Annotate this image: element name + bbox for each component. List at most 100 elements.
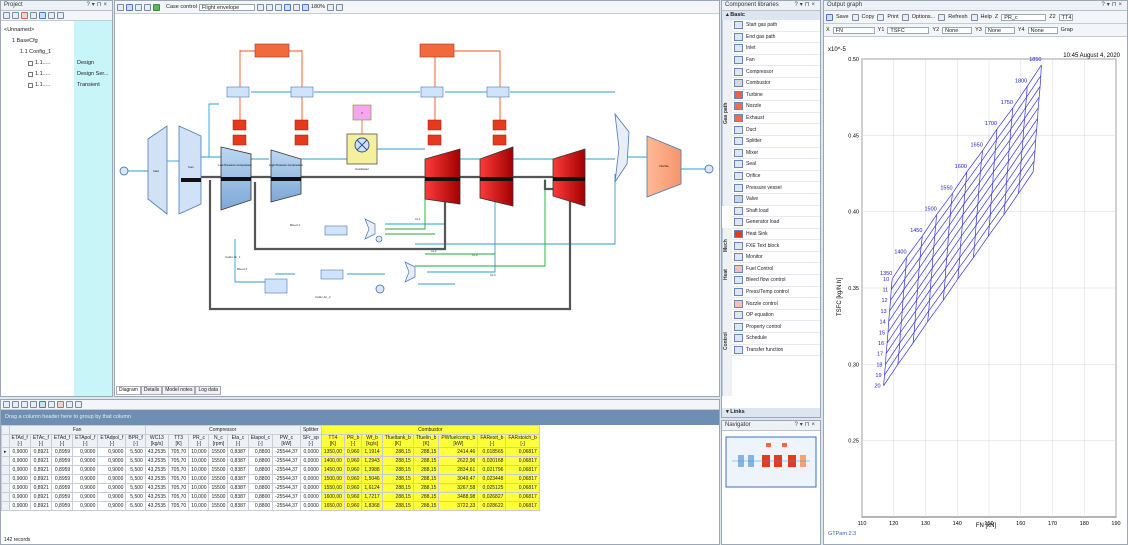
table-cell[interactable]: 3722,33 bbox=[438, 501, 479, 511]
table-cell[interactable]: 0,960 bbox=[343, 501, 363, 511]
table-cell[interactable]: 5,500 bbox=[125, 483, 146, 493]
tree-item[interactable]: 1 BaseCfg bbox=[1, 36, 112, 47]
table-cell[interactable]: 43,2535 bbox=[144, 492, 169, 502]
table-cell[interactable]: 0,9000 bbox=[8, 492, 31, 502]
table-cell[interactable]: 288,15 bbox=[381, 447, 414, 457]
table-cell[interactable]: 0,8959 bbox=[50, 465, 74, 475]
run-icon[interactable] bbox=[153, 3, 160, 11]
library-item[interactable]: Fuel Control bbox=[732, 263, 820, 276]
table-cell[interactable]: 288,15 bbox=[381, 483, 414, 493]
table-cell[interactable]: 0,9000 bbox=[8, 483, 31, 493]
table-cell[interactable]: 0,960 bbox=[343, 456, 363, 466]
table-cell[interactable]: 15500 bbox=[208, 465, 229, 475]
table-cell[interactable]: 288,15 bbox=[412, 474, 440, 484]
zoom-in-icon[interactable] bbox=[326, 3, 334, 11]
tsfc-fn-chart[interactable]: x10^-5 10:45 August 4, 2020 110 120 130 140… bbox=[824, 37, 1127, 537]
column-header[interactable]: TT3 [K] bbox=[167, 434, 190, 448]
y1-select[interactable]: TSFC bbox=[887, 26, 930, 34]
table-cell[interactable]: 0,8800 bbox=[247, 456, 274, 466]
z2-select[interactable]: TT4 bbox=[1058, 13, 1073, 21]
table-cell[interactable]: 288,15 bbox=[412, 447, 440, 457]
table-cell[interactable]: 0,9000 bbox=[97, 456, 127, 466]
save-graph-button[interactable]: Save bbox=[836, 14, 849, 20]
navigator-controls[interactable]: ?▾⊓× bbox=[794, 421, 817, 430]
library-item[interactable]: Start gas path bbox=[732, 20, 820, 32]
table-cell[interactable]: 705,70 bbox=[167, 483, 190, 493]
column-header[interactable]: WC13 [kg/s] bbox=[144, 434, 169, 448]
row-indicator[interactable] bbox=[1, 492, 10, 502]
column-header[interactable]: PR_c [-] bbox=[188, 434, 210, 448]
table-cell[interactable]: 1550,00 bbox=[320, 483, 345, 493]
tree-checkbox[interactable] bbox=[28, 72, 33, 77]
table-cell[interactable]: 10,000 bbox=[188, 465, 210, 475]
column-header[interactable]: Etapol_c [-] bbox=[247, 434, 274, 448]
y3-select[interactable]: None bbox=[984, 26, 1015, 34]
graph-type-label[interactable]: Grap bbox=[1061, 27, 1073, 33]
table-cell[interactable]: 0,0000 bbox=[299, 501, 322, 511]
row-indicator[interactable] bbox=[1, 474, 10, 484]
table-cell[interactable]: 0,026827 bbox=[477, 492, 507, 502]
table-cell[interactable]: 0,9000 bbox=[72, 501, 99, 511]
table-cell[interactable]: 0,8800 bbox=[247, 501, 274, 511]
table-cell[interactable]: 1,6124 bbox=[361, 483, 383, 493]
table-cell[interactable]: 10,000 bbox=[188, 483, 210, 493]
library-item[interactable]: Pressure vessel bbox=[732, 182, 820, 194]
library-item[interactable]: Turbine bbox=[732, 90, 820, 102]
library-item[interactable]: OP equation bbox=[732, 310, 820, 322]
table-cell[interactable]: 3488,98 bbox=[438, 492, 479, 502]
table-cell[interactable]: 0,0000 bbox=[299, 492, 322, 502]
table-cell[interactable]: 5,500 bbox=[125, 474, 146, 484]
table-cell[interactable]: 0,8959 bbox=[50, 474, 74, 484]
table-cell[interactable]: 0,9000 bbox=[97, 501, 127, 511]
table-cell[interactable]: 0,06817 bbox=[505, 465, 540, 475]
row-indicator[interactable] bbox=[1, 483, 10, 493]
grid-icon[interactable] bbox=[283, 3, 291, 11]
table-cell[interactable]: 5,500 bbox=[125, 465, 146, 475]
table-row[interactable]: 0,9000 0,8921 0,8959 0,9000 0,9000 5,500 43,25… bbox=[1, 465, 540, 475]
column-header[interactable]: FARexit_b [-] bbox=[477, 434, 507, 448]
table-cell[interactable]: 288,15 bbox=[412, 456, 440, 466]
table-cell[interactable]: 2834,61 bbox=[438, 465, 479, 475]
tree-item[interactable]: 1.1 Config_1 bbox=[1, 47, 112, 58]
table-cell[interactable]: 288,15 bbox=[412, 483, 440, 493]
table-cell[interactable]: 0,9000 bbox=[8, 474, 31, 484]
library-item[interactable]: Inlet bbox=[732, 43, 820, 55]
table-icon-5[interactable] bbox=[39, 401, 46, 408]
zoom-out-icon[interactable] bbox=[335, 3, 343, 11]
column-header[interactable]: ETAc_f [-] bbox=[29, 434, 52, 448]
library-item[interactable]: End gas path bbox=[732, 32, 820, 44]
column-header[interactable]: Wf_b [kg/s] bbox=[361, 434, 383, 448]
table-cell[interactable]: 1,8368 bbox=[361, 501, 383, 511]
table-cell[interactable]: 43,2535 bbox=[144, 456, 169, 466]
table-icon-2[interactable] bbox=[12, 401, 19, 408]
library-item[interactable]: Combustor bbox=[732, 78, 820, 90]
snap-icon[interactable] bbox=[292, 3, 300, 11]
table-cell[interactable]: 0,9000 bbox=[97, 474, 127, 484]
table-row[interactable]: 0,9000 0,8921 0,8959 0,9000 0,9000 5,500 43,25… bbox=[1, 474, 540, 484]
table-cell[interactable]: 43,2535 bbox=[144, 447, 169, 457]
table-row[interactable]: 0,9000 0,8921 0,8959 0,9000 0,9000 5,500 43,25… bbox=[1, 492, 540, 502]
properties-icon[interactable] bbox=[48, 12, 55, 19]
table-cell[interactable]: 288,15 bbox=[381, 465, 414, 475]
table-cell[interactable]: 705,70 bbox=[167, 501, 190, 511]
navigator-preview[interactable] bbox=[722, 435, 820, 495]
library-item[interactable]: Nozzle bbox=[732, 101, 820, 113]
group-by-bar[interactable]: Drag a column header here to group by th… bbox=[1, 410, 719, 425]
align-icon[interactable] bbox=[274, 3, 282, 11]
table-cell[interactable]: 10,000 bbox=[188, 474, 210, 484]
table-cell[interactable]: 0,9000 bbox=[72, 474, 99, 484]
library-item[interactable]: Mixer bbox=[732, 148, 820, 160]
table-cell[interactable]: 0,0000 bbox=[299, 474, 322, 484]
column-header[interactable]: PR_b [-] bbox=[343, 434, 363, 448]
library-links[interactable]: ▾ Links bbox=[722, 408, 820, 417]
table-cell[interactable]: 705,70 bbox=[167, 465, 190, 475]
table-cell[interactable]: 0,960 bbox=[343, 492, 363, 502]
table-cell[interactable]: 0,0000 bbox=[299, 465, 322, 475]
zoom-level[interactable]: 180% bbox=[311, 4, 325, 10]
library-header[interactable]: ▴ Basic bbox=[722, 11, 820, 20]
column-header[interactable]: FARstoich_b [-] bbox=[505, 434, 540, 448]
library-item[interactable]: Orifice bbox=[732, 171, 820, 183]
table-cell[interactable]: 0,06817 bbox=[505, 492, 540, 502]
table-cell[interactable]: 705,70 bbox=[167, 447, 190, 457]
library-item[interactable]: Exhaust bbox=[732, 113, 820, 125]
